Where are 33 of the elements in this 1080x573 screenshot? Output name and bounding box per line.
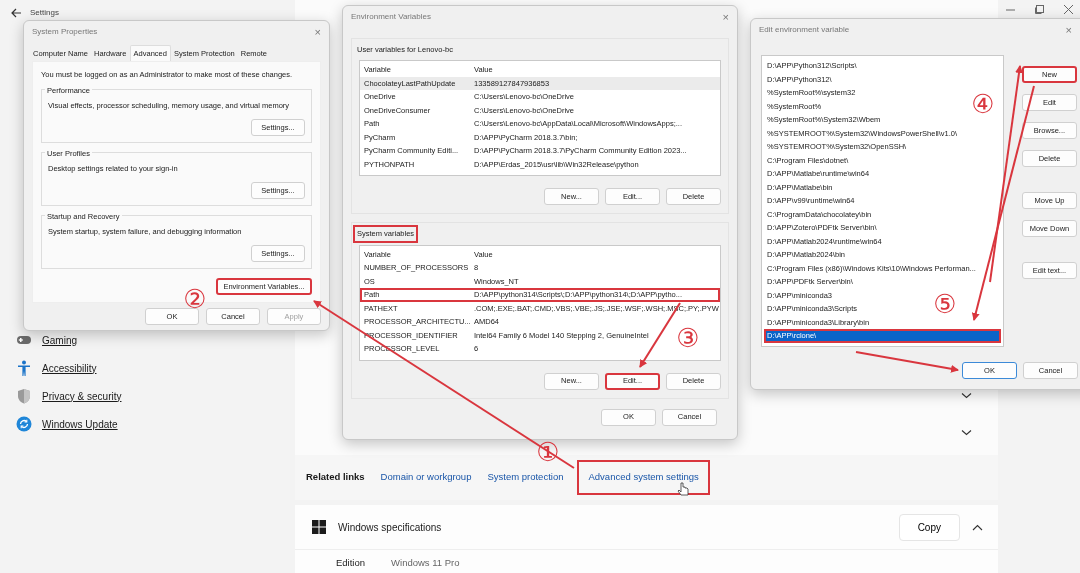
nav-item[interactable]: Windows Update <box>42 416 118 432</box>
dialog-title: System Properties <box>32 26 98 38</box>
dialog-title: Edit environment variable <box>759 24 850 36</box>
nav-item[interactable]: Accessibility <box>42 360 97 376</box>
related-links-label: Related links <box>306 470 365 485</box>
accessibility-icon <box>16 360 32 376</box>
nav-item[interactable]: Privacy & security <box>42 388 122 404</box>
close-icon[interactable] <box>1063 4 1074 15</box>
shield-icon <box>16 388 32 404</box>
chevron-down-icon[interactable] <box>961 429 972 436</box>
dialog-title: Environment Variables <box>351 11 431 23</box>
close-button[interactable]: × <box>1065 24 1072 36</box>
nav-item[interactable]: Gaming <box>42 332 77 348</box>
link[interactable]: System protection <box>487 470 564 485</box>
section-title: Windows specifications <box>338 520 443 535</box>
step-number: ④ <box>971 89 995 119</box>
windows-logo-icon <box>312 520 326 534</box>
restore-icon[interactable] <box>1034 4 1045 15</box>
copy-button[interactable]: Copy <box>898 513 960 541</box>
hand-cursor-icon <box>677 482 689 496</box>
step-number: ⑤ <box>933 289 957 319</box>
link[interactable]: Domain or workgroup <box>380 470 472 485</box>
update-icon <box>16 416 32 432</box>
app-title: Settings <box>30 7 59 19</box>
step-number: ③ <box>676 323 700 353</box>
spec-value: Windows 11 Pro <box>391 556 460 570</box>
link[interactable]: Advanced system settings <box>579 462 708 493</box>
spec-label: Edition <box>336 556 366 570</box>
chevron-up-icon[interactable] <box>972 523 983 531</box>
close-button[interactable]: × <box>314 26 321 38</box>
chevron-down-icon[interactable] <box>961 392 972 399</box>
close-button[interactable]: × <box>722 11 729 23</box>
back-icon[interactable] <box>10 8 22 18</box>
